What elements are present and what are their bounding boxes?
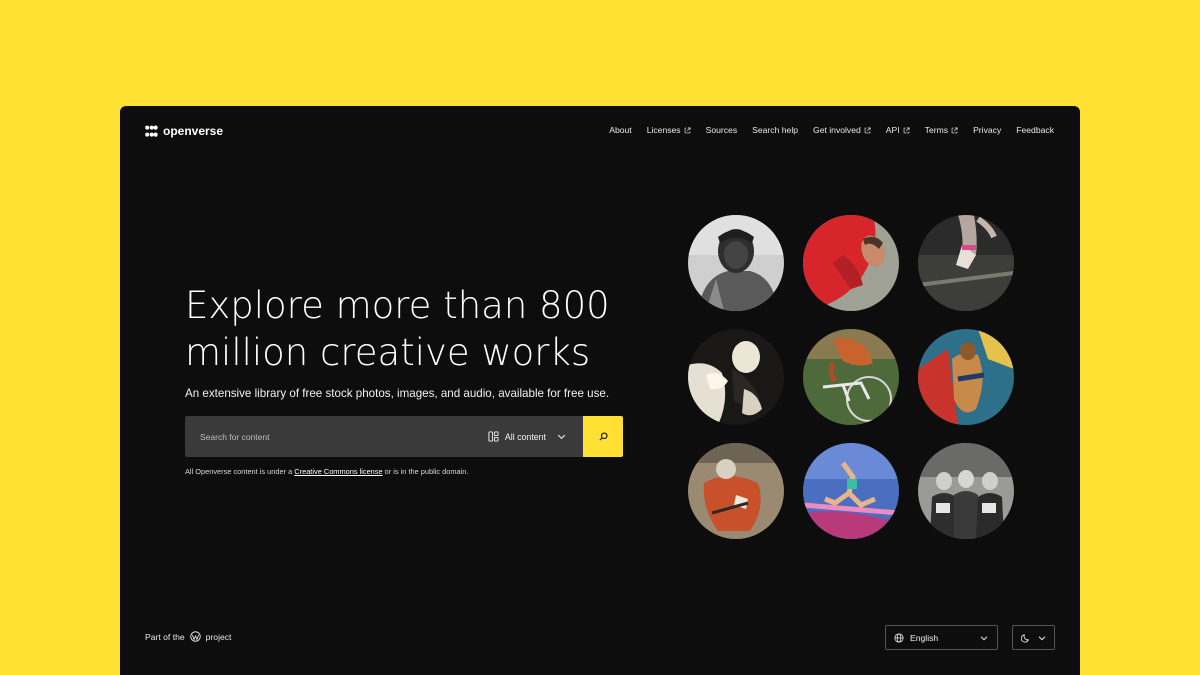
nav-api[interactable]: API [886, 125, 910, 135]
gallery-image-3[interactable] [918, 215, 1014, 311]
content-type-label: All content [504, 431, 546, 442]
globe-icon [894, 632, 904, 643]
gallery-image-9[interactable] [918, 443, 1014, 539]
athlete-red-shirt-image [803, 215, 899, 311]
external-link-icon [951, 127, 958, 133]
boxers-illustration-image [688, 329, 784, 425]
search-bar: All content [185, 416, 623, 457]
license-note-after: or is in the public domain. [382, 467, 469, 476]
openverse-window: openverse About Licenses Sources Search … [120, 106, 1080, 675]
grid-layout-icon [488, 431, 499, 442]
part-of-wordpress: Part of the project [145, 631, 231, 642]
nav-sources[interactable]: Sources [706, 125, 738, 135]
nav-feedback[interactable]: Feedback [1016, 125, 1054, 135]
nav-api-label: API [885, 125, 900, 135]
logo-text: openverse [163, 124, 224, 138]
gallery-image-7[interactable] [688, 443, 784, 539]
chevron-down-icon [980, 635, 988, 640]
gallery-image-5[interactable] [803, 329, 899, 425]
athlete-poster-image [918, 329, 1014, 425]
license-note-before: All Openverse content is under a [185, 467, 295, 476]
external-link-icon [864, 127, 871, 133]
external-link-icon [684, 127, 691, 133]
creative-commons-license-link[interactable]: Creative Commons license [294, 467, 382, 476]
license-note: All Openverse content is under a Creativ… [185, 467, 468, 476]
wordpress-icon[interactable] [189, 631, 201, 642]
search-button[interactable] [583, 416, 623, 457]
openverse-logo-icon [145, 125, 158, 137]
chevron-down-icon [557, 434, 566, 440]
language-label: English [910, 632, 939, 643]
project-label: project [205, 631, 232, 642]
cyclist-track-bike-image [803, 329, 899, 425]
nav-terms[interactable]: Terms [925, 125, 958, 135]
language-select[interactable]: English [885, 625, 998, 650]
nav-search-help-label: Search help [752, 125, 799, 135]
headline-line-2: million creative works [185, 331, 591, 374]
gallery-image-2[interactable] [803, 215, 899, 311]
search-input[interactable] [200, 431, 488, 442]
moon-icon [1020, 633, 1029, 643]
nav-search-help[interactable]: Search help [752, 125, 798, 135]
nav-privacy-label: Privacy [973, 125, 1002, 135]
gallery-image-4[interactable] [688, 329, 784, 425]
gallery-image-6[interactable] [918, 329, 1014, 425]
nav-sources-label: Sources [705, 125, 738, 135]
nav-get-involved[interactable]: Get involved [813, 125, 871, 135]
part-of-label: Part of the [145, 631, 185, 642]
image-gallery [688, 215, 1014, 539]
main-nav: About Licenses Sources Search help Get i… [609, 125, 1054, 135]
external-link-icon [903, 127, 910, 133]
search-icon [598, 432, 608, 441]
nav-licenses-label: Licenses [646, 125, 681, 135]
gymnast-hands-image [918, 215, 1014, 311]
nav-about-label: About [609, 125, 632, 135]
search-field-wrapper: All content [185, 416, 583, 457]
nav-terms-label: Terms [924, 125, 949, 135]
nav-licenses[interactable]: Licenses [647, 125, 691, 135]
nav-privacy[interactable]: Privacy [973, 125, 1001, 135]
page-title: Explore more than 800 million creative w… [185, 282, 655, 376]
chevron-down-icon [1038, 635, 1045, 640]
nav-about[interactable]: About [609, 125, 631, 135]
nav-get-involved-label: Get involved [813, 125, 861, 135]
hero-subtitle: An extensive library of free stock photo… [185, 387, 610, 400]
content-type-select[interactable]: All content [488, 431, 583, 442]
vintage-athletes-image [918, 443, 1014, 539]
nav-feedback-label: Feedback [1016, 125, 1054, 135]
gallery-image-1[interactable] [688, 215, 784, 311]
athlete-portrait-image [688, 215, 784, 311]
theme-select[interactable] [1012, 625, 1055, 650]
headline-line-1: Explore more than 800 [185, 284, 610, 327]
gallery-image-8[interactable] [803, 443, 899, 539]
openverse-logo[interactable]: openverse [145, 124, 223, 138]
long-jumper-image [803, 443, 899, 539]
cyclist-orange-jersey-image [688, 443, 784, 539]
